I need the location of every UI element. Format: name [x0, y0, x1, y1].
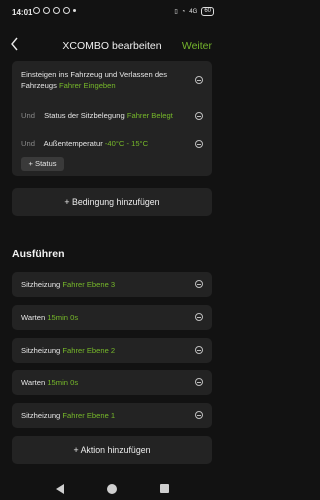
condition-value: Fahrer Belegt [126, 111, 173, 120]
action-value: 15min 0s [47, 313, 79, 322]
remove-condition-icon[interactable] [195, 112, 203, 120]
battery-icon: 60 [201, 7, 214, 16]
action-text: Warten [21, 313, 46, 322]
action-row[interactable]: Sitzheizung Fahrer Ebene 1 [12, 403, 212, 428]
vibrate-icon: ▯ [174, 9, 178, 15]
condition-prefix: Und [21, 111, 35, 120]
remove-action-icon[interactable] [195, 346, 203, 354]
remove-condition-icon[interactable] [195, 140, 203, 148]
action-text: Sitzheizung [21, 280, 61, 289]
condition-value: -40°C - 15°C [104, 139, 149, 148]
add-condition-button[interactable]: + Bedingung hinzufügen [12, 188, 212, 216]
navigation-bar [0, 478, 224, 500]
remove-action-icon[interactable] [195, 411, 203, 419]
status-time: 14:01 [12, 8, 33, 17]
condition-row[interactable]: Und Status der Sitzbelegung Fahrer Beleg… [21, 110, 185, 121]
battery-level: 60 [204, 8, 211, 14]
whatsapp-icon [33, 7, 40, 14]
more-notifications-icon [73, 9, 76, 12]
add-status-button[interactable]: + Status [21, 157, 64, 171]
nav-recents-icon[interactable] [160, 484, 169, 493]
messenger-icon [43, 7, 50, 14]
condition-text: Status der Sitzbelegung [44, 111, 125, 120]
condition-prefix: Und [21, 139, 35, 148]
action-row[interactable]: Warten 15min 0s [12, 370, 212, 395]
action-text: Warten [21, 378, 46, 387]
actions-section-title: Ausführen [12, 248, 65, 260]
action-row[interactable]: Sitzheizung Fahrer Ebene 3 [12, 272, 212, 297]
action-value: 15min 0s [47, 378, 79, 387]
remove-action-icon[interactable] [195, 313, 203, 321]
action-text: Sitzheizung [21, 346, 61, 355]
system-icons: ▯ ◔ 4G 60 [174, 7, 214, 16]
action-value: Fahrer Ebene 3 [62, 280, 116, 289]
nav-back-icon[interactable] [56, 484, 64, 494]
action-row[interactable]: Warten 15min 0s [12, 305, 212, 330]
nav-home-icon[interactable] [107, 484, 117, 494]
signal-label: 4G [189, 8, 198, 15]
condition-row[interactable]: Und Außentemperatur -40°C - 15°C [21, 138, 185, 149]
action-row[interactable]: Sitzheizung Fahrer Ebene 2 [12, 338, 212, 363]
game-controller-icon [53, 7, 60, 14]
remove-condition-icon[interactable] [195, 76, 203, 84]
notification-icons [33, 7, 76, 14]
add-action-button[interactable]: + Aktion hinzufügen [12, 436, 212, 464]
remove-action-icon[interactable] [195, 378, 203, 386]
remove-action-icon[interactable] [195, 280, 203, 288]
action-value: Fahrer Ebene 1 [62, 411, 116, 420]
next-button[interactable]: Weiter [182, 40, 212, 52]
condition-text: Außentemperatur [43, 139, 103, 148]
condition-value: Fahrer Eingeben [59, 81, 116, 90]
action-text: Sitzheizung [21, 411, 61, 420]
facebook-icon [63, 7, 70, 14]
action-value: Fahrer Ebene 2 [62, 346, 116, 355]
condition-row[interactable]: Einsteigen ins Fahrzeug und Verlassen de… [21, 69, 185, 91]
wifi-icon: ◔ [181, 8, 186, 15]
status-bar: 14:01 ▯ ◔ 4G 60 [0, 0, 224, 22]
